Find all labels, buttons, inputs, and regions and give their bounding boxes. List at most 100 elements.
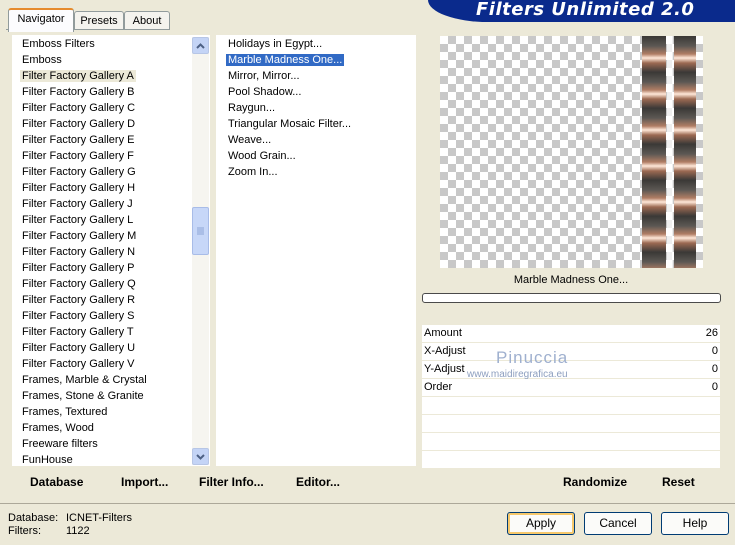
category-item[interactable]: Frames, Wood (12, 420, 210, 436)
scroll-thumb[interactable] (192, 207, 209, 255)
param-name: Order (424, 381, 453, 393)
app-title: Filters Unlimited 2.0 (476, 0, 695, 20)
param-empty-row (422, 415, 720, 433)
category-item[interactable]: Freeware filters (12, 436, 210, 452)
category-item[interactable]: Frames, Stone & Granite (12, 388, 210, 404)
category-item[interactable]: Filter Factory Gallery F (12, 148, 210, 164)
category-item[interactable]: Filter Factory Gallery T (12, 324, 210, 340)
param-value: 0 (711, 363, 718, 375)
category-label: FunHouse (22, 454, 73, 466)
category-item[interactable]: Filter Factory Gallery S (12, 308, 210, 324)
category-item[interactable]: Filter Factory Gallery R (12, 292, 210, 308)
filter-item[interactable]: Mirror, Mirror... (218, 68, 416, 84)
param-value: 0 (711, 381, 718, 393)
filter-info-button[interactable]: Filter Info... (199, 475, 264, 489)
param-name: X-Adjust (424, 345, 466, 357)
category-item[interactable]: Filter Factory Gallery N (12, 244, 210, 260)
category-item[interactable]: Emboss (12, 52, 210, 68)
param-row[interactable]: X-Adjust 0 (422, 343, 720, 361)
category-item[interactable]: Filter Factory Gallery U (12, 340, 210, 356)
category-item[interactable]: Filter Factory Gallery J (12, 196, 210, 212)
help-button[interactable]: Help (661, 512, 729, 535)
preview-image (440, 36, 703, 268)
category-scrollbar[interactable] (192, 37, 209, 465)
scroll-up-button[interactable] (192, 37, 209, 54)
filter-label: Mirror, Mirror... (228, 70, 300, 82)
category-item[interactable]: Filter Factory Gallery H (12, 180, 210, 196)
filter-label: Wood Grain... (228, 150, 296, 162)
filter-item[interactable]: Triangular Mosaic Filter... (218, 116, 416, 132)
category-label: Filter Factory Gallery D (22, 118, 136, 130)
category-item[interactable]: Filter Factory Gallery G (12, 164, 210, 180)
category-item[interactable]: Filter Factory Gallery Q (12, 276, 210, 292)
filter-list[interactable]: Holidays in Egypt... Marble Madness One..… (216, 35, 416, 466)
grip-icon (197, 227, 204, 235)
chevron-down-icon (196, 453, 205, 460)
category-item[interactable]: Filter Factory Gallery M (12, 228, 210, 244)
param-value: 0 (711, 345, 718, 357)
scroll-down-button[interactable] (192, 448, 209, 465)
category-item[interactable]: Filter Factory Gallery D (12, 116, 210, 132)
category-label: Frames, Textured (22, 406, 108, 418)
reset-button[interactable]: Reset (662, 475, 695, 489)
database-button[interactable]: Database (30, 475, 83, 489)
randomize-button[interactable]: Randomize (563, 475, 627, 489)
category-item[interactable]: Frames, Textured (12, 404, 210, 420)
param-row[interactable]: Order 0 (422, 379, 720, 397)
category-label: Frames, Marble & Crystal (22, 374, 147, 386)
status-database-value: ICNET-Filters (66, 512, 132, 524)
tab-navigator[interactable]: Navigator (8, 8, 74, 32)
category-item[interactable]: Frames, Marble & Crystal (12, 372, 210, 388)
cancel-button[interactable]: Cancel (584, 512, 652, 535)
category-label: Filter Factory Gallery V (22, 358, 135, 370)
import-button[interactable]: Import... (121, 475, 168, 489)
status-filters-label: Filters: (8, 525, 41, 537)
filter-item[interactable]: Holidays in Egypt... (218, 36, 416, 52)
title-banner: Filters Unlimited 2.0 (428, 0, 735, 22)
param-row[interactable]: Amount 26 (422, 325, 720, 343)
category-label: Filter Factory Gallery G (22, 166, 136, 178)
chevron-up-icon (196, 42, 205, 49)
filter-item[interactable]: Pool Shadow... (218, 84, 416, 100)
category-label: Filter Factory Gallery Q (22, 278, 136, 290)
category-item[interactable]: Filter Factory Gallery E (12, 132, 210, 148)
tab-about[interactable]: About (124, 11, 170, 30)
param-empty-row (422, 397, 720, 415)
filter-item[interactable]: Marble Madness One... (218, 52, 416, 68)
status-database-label: Database: (8, 512, 59, 524)
filter-item[interactable]: Raygun... (218, 100, 416, 116)
filter-item[interactable]: Weave... (218, 132, 416, 148)
apply-button[interactable]: Apply (507, 512, 575, 535)
watermark-site: www.maidiregrafica.eu (467, 369, 568, 380)
category-item[interactable]: Filter Factory Gallery A (12, 68, 210, 84)
category-label: Frames, Wood (22, 422, 94, 434)
category-item[interactable]: FunHouse (12, 452, 210, 468)
category-item[interactable]: Filter Factory Gallery L (12, 212, 210, 228)
category-item[interactable]: Filter Factory Gallery P (12, 260, 210, 276)
filter-item[interactable]: Zoom In... (218, 164, 416, 180)
category-item[interactable]: Filter Factory Gallery B (12, 84, 210, 100)
category-label: Filter Factory Gallery B (22, 86, 135, 98)
param-empty-row (422, 451, 720, 469)
category-label: Emboss Filters (22, 38, 95, 50)
category-label: Filter Factory Gallery M (22, 230, 137, 242)
category-label: Filter Factory Gallery H (22, 182, 136, 194)
category-item[interactable]: Filter Factory Gallery C (12, 100, 210, 116)
category-item[interactable]: Filter Factory Gallery V (12, 356, 210, 372)
filter-item[interactable]: Wood Grain... (218, 148, 416, 164)
category-label: Filter Factory Gallery C (22, 102, 136, 114)
editor-button[interactable]: Editor... (296, 475, 340, 489)
filter-label: Zoom In... (228, 166, 278, 178)
category-label: Filter Factory Gallery U (22, 342, 136, 354)
category-list[interactable]: Emboss Filters Emboss Filter Factory Galle… (12, 35, 210, 466)
tab-presets[interactable]: Presets (74, 11, 124, 30)
category-item[interactable]: Emboss Filters (12, 36, 210, 52)
watermark-name: Pinuccia (496, 348, 569, 367)
param-name: Y-Adjust (424, 363, 465, 375)
category-label: Frames, Stone & Granite (22, 390, 144, 402)
status-filters-value: 1122 (66, 525, 90, 537)
filter-label: Pool Shadow... (228, 86, 302, 98)
category-label: Filter Factory Gallery R (22, 294, 136, 306)
category-label: Filter Factory Gallery N (22, 246, 136, 258)
category-label: Filter Factory Gallery L (22, 214, 134, 226)
